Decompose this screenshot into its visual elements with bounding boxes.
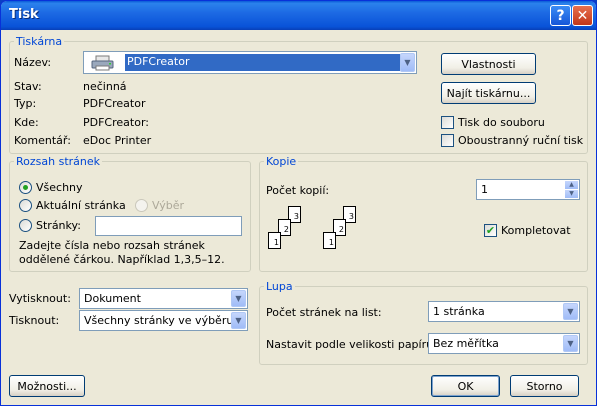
range-hint: Zadejte čísla nebo rozsah stránek odděle…	[19, 239, 225, 266]
manual-duplex-checkbox[interactable]	[441, 134, 454, 147]
properties-button[interactable]: Vlastnosti	[441, 53, 536, 75]
close-button[interactable]: ✕	[572, 5, 593, 26]
scale-to-paper-label: Nastavit podle velikosti papíru:	[266, 338, 437, 351]
range-selection-label: Výběr	[152, 199, 185, 212]
chevron-down-icon[interactable]: ▼	[400, 53, 415, 72]
print-select[interactable]: Všechny stránky ve výběru ▼	[79, 310, 248, 331]
range-all-radio[interactable]	[19, 181, 32, 194]
dialog-body: Tiskárna Název: PDFCreator ▼ Stav: nečin…	[4, 30, 593, 404]
print-value: Všechny stránky ve výběru	[84, 314, 234, 327]
collate-label[interactable]: Kompletovat	[501, 224, 571, 237]
printer-comment-value: eDoc Printer	[83, 134, 152, 147]
find-printer-button[interactable]: Najít tiskárnu...	[441, 82, 536, 104]
printer-name-value: PDFCreator	[125, 54, 400, 71]
print-what-value: Dokument	[84, 292, 141, 305]
pages-input[interactable]	[95, 216, 242, 236]
collate-page-1b: 1	[323, 232, 336, 249]
printer-where-value: PDFCreator:	[83, 116, 149, 129]
ok-button[interactable]: OK	[431, 375, 500, 397]
pages-per-sheet-label: Počet stránek na list:	[266, 306, 382, 319]
title-bar[interactable]: Tisk ? ✕	[1, 1, 596, 30]
copies-legend: Kopie	[266, 155, 297, 168]
help-icon: ?	[556, 7, 565, 24]
copies-count-value: 1	[481, 183, 488, 196]
printer-status-label: Stav:	[14, 80, 42, 93]
cancel-button-label: Storno	[526, 379, 563, 393]
manual-duplex-label[interactable]: Oboustranný ruční tisk	[458, 134, 583, 147]
range-current-label[interactable]: Aktuální stránka	[36, 199, 126, 212]
print-label: Tisknout:	[9, 314, 60, 327]
copies-count-label: Počet kopií:	[266, 184, 330, 197]
range-pages-label[interactable]: Stránky:	[36, 219, 81, 232]
printer-status-value: nečinná	[83, 80, 127, 93]
close-icon: ✕	[576, 7, 589, 24]
printer-type-label: Typ:	[14, 97, 37, 110]
pages-per-sheet-value: 1 stránka	[433, 305, 485, 318]
ok-button-label: OK	[457, 379, 474, 393]
printer-name-select[interactable]: PDFCreator ▼	[83, 51, 417, 74]
print-to-file-label[interactable]: Tisk do souboru	[458, 116, 545, 129]
chevron-down-icon[interactable]: ▼	[231, 290, 246, 307]
collate-checkbox[interactable]: ✔	[484, 224, 497, 237]
printer-where-label: Kde:	[14, 116, 39, 129]
spin-up-icon[interactable]: ▲	[565, 181, 578, 189]
range-all-label[interactable]: Všechny	[36, 181, 83, 194]
chevron-down-icon[interactable]: ▼	[563, 335, 578, 352]
copies-count-spinner[interactable]: 1 ▲ ▼	[476, 179, 580, 200]
options-button-label: Možnosti...	[17, 379, 77, 393]
help-button[interactable]: ?	[550, 5, 571, 26]
page-range-legend: Rozsah stránek	[16, 155, 101, 168]
copies-group: Kopie	[259, 155, 588, 272]
printer-icon	[91, 55, 114, 71]
pages-per-sheet-select[interactable]: 1 stránka ▼	[428, 301, 580, 322]
range-current-radio[interactable]	[19, 199, 32, 212]
printer-group-legend: Tiskárna	[16, 35, 63, 48]
print-to-file-checkbox[interactable]	[441, 116, 454, 129]
scale-to-paper-value: Bez měřítka	[433, 337, 499, 350]
printer-name-label: Název:	[14, 56, 52, 69]
chevron-down-icon[interactable]: ▼	[563, 303, 578, 320]
options-button[interactable]: Možnosti...	[9, 375, 85, 397]
properties-button-label: Vlastnosti	[461, 57, 516, 71]
range-pages-radio[interactable]	[19, 219, 32, 232]
printer-comment-label: Komentář:	[14, 134, 71, 147]
find-printer-button-label: Najít tiskárnu...	[446, 86, 531, 100]
print-what-label: Vytisknout:	[9, 292, 71, 305]
scale-to-paper-select[interactable]: Bez měřítka ▼	[428, 333, 580, 354]
print-dialog-window: Tisk ? ✕ Tiskárna Název: PDFCreator ▼ St…	[0, 0, 597, 406]
spin-down-icon[interactable]: ▼	[565, 190, 578, 198]
chevron-down-icon[interactable]: ▼	[231, 312, 246, 329]
window-title: Tisk	[9, 7, 39, 22]
range-selection-radio	[135, 199, 148, 212]
checkmark-icon: ✔	[485, 224, 496, 237]
collate-page-1a: 1	[268, 232, 281, 249]
print-what-select[interactable]: Dokument ▼	[79, 288, 248, 309]
printer-type-value: PDFCreator	[83, 97, 146, 110]
zoom-legend: Lupa	[266, 280, 293, 293]
cancel-button[interactable]: Storno	[510, 375, 579, 397]
